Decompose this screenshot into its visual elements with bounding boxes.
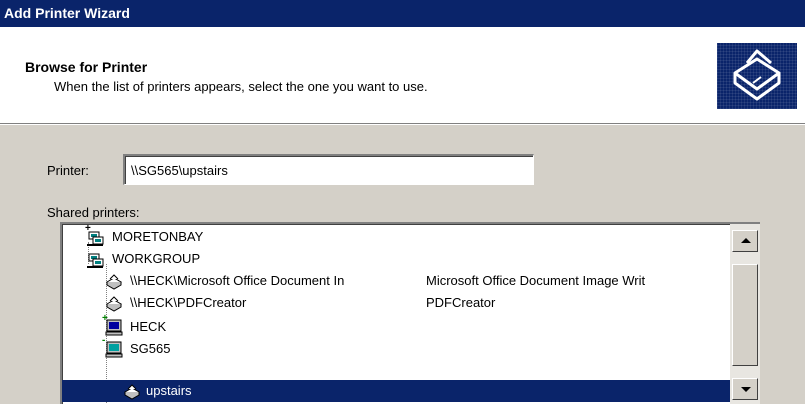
- header-subtitle: When the list of printers appears, selec…: [54, 79, 428, 94]
- tree-item-comment: Microsoft Office Document Image Writ: [426, 273, 646, 288]
- tree-item-moretonbay[interactable]: + MORETONBAY: [62, 224, 732, 248]
- printer-wizard-icon: [717, 43, 797, 109]
- printer-label: Printer:: [47, 163, 89, 178]
- computer-icon: [104, 319, 123, 337]
- printer-icon: [122, 383, 141, 401]
- tree-item-upstairs[interactable]: upstairs: [62, 380, 732, 402]
- tree-item-sg565[interactable]: - SG565: [62, 336, 732, 360]
- tree-item-label: \\HECK\Microsoft Office Document In: [130, 273, 345, 288]
- printer-icon: [104, 273, 123, 291]
- tree-item-heck[interactable]: + HECK: [62, 314, 732, 338]
- tree-item-label: upstairs: [146, 383, 192, 398]
- scroll-thumb[interactable]: [732, 264, 758, 366]
- tree-item-label: \\HECK\PDFCreator: [130, 295, 247, 310]
- network-domain-icon: [86, 229, 104, 247]
- scroll-down-button[interactable]: [732, 378, 758, 400]
- tree-item-printer[interactable]: \\HECK\PDFCreator PDFCreator: [62, 292, 732, 314]
- shared-printers-tree[interactable]: + MORETONBAY WORKGROUP \\HECK\Microsoft …: [60, 222, 760, 404]
- scroll-up-button[interactable]: [732, 230, 758, 252]
- window-title-bar[interactable]: Add Printer Wizard: [0, 0, 805, 27]
- tree-item-label: HECK: [130, 319, 167, 334]
- printer-input[interactable]: [123, 154, 534, 185]
- window-title: Add Printer Wizard: [4, 5, 130, 21]
- computer-icon: [104, 341, 123, 359]
- wizard-header: Browse for Printer When the list of prin…: [0, 27, 805, 123]
- tree-item-label: MORETONBAY: [112, 229, 204, 244]
- tree-item-label: WORKGROUP: [112, 251, 201, 266]
- tree-item-label: SG565: [130, 341, 171, 356]
- header-title: Browse for Printer: [25, 59, 148, 75]
- tree-item-workgroup[interactable]: WORKGROUP: [62, 248, 732, 270]
- printer-icon: [104, 295, 123, 313]
- shared-printers-label: Shared printers:: [47, 205, 140, 220]
- tree-item-printer[interactable]: \\HECK\Microsoft Office Document In Micr…: [62, 270, 732, 292]
- tree-item-comment: PDFCreator: [426, 295, 496, 310]
- tree-scrollbar[interactable]: [730, 224, 760, 404]
- network-domain-icon: [86, 251, 104, 269]
